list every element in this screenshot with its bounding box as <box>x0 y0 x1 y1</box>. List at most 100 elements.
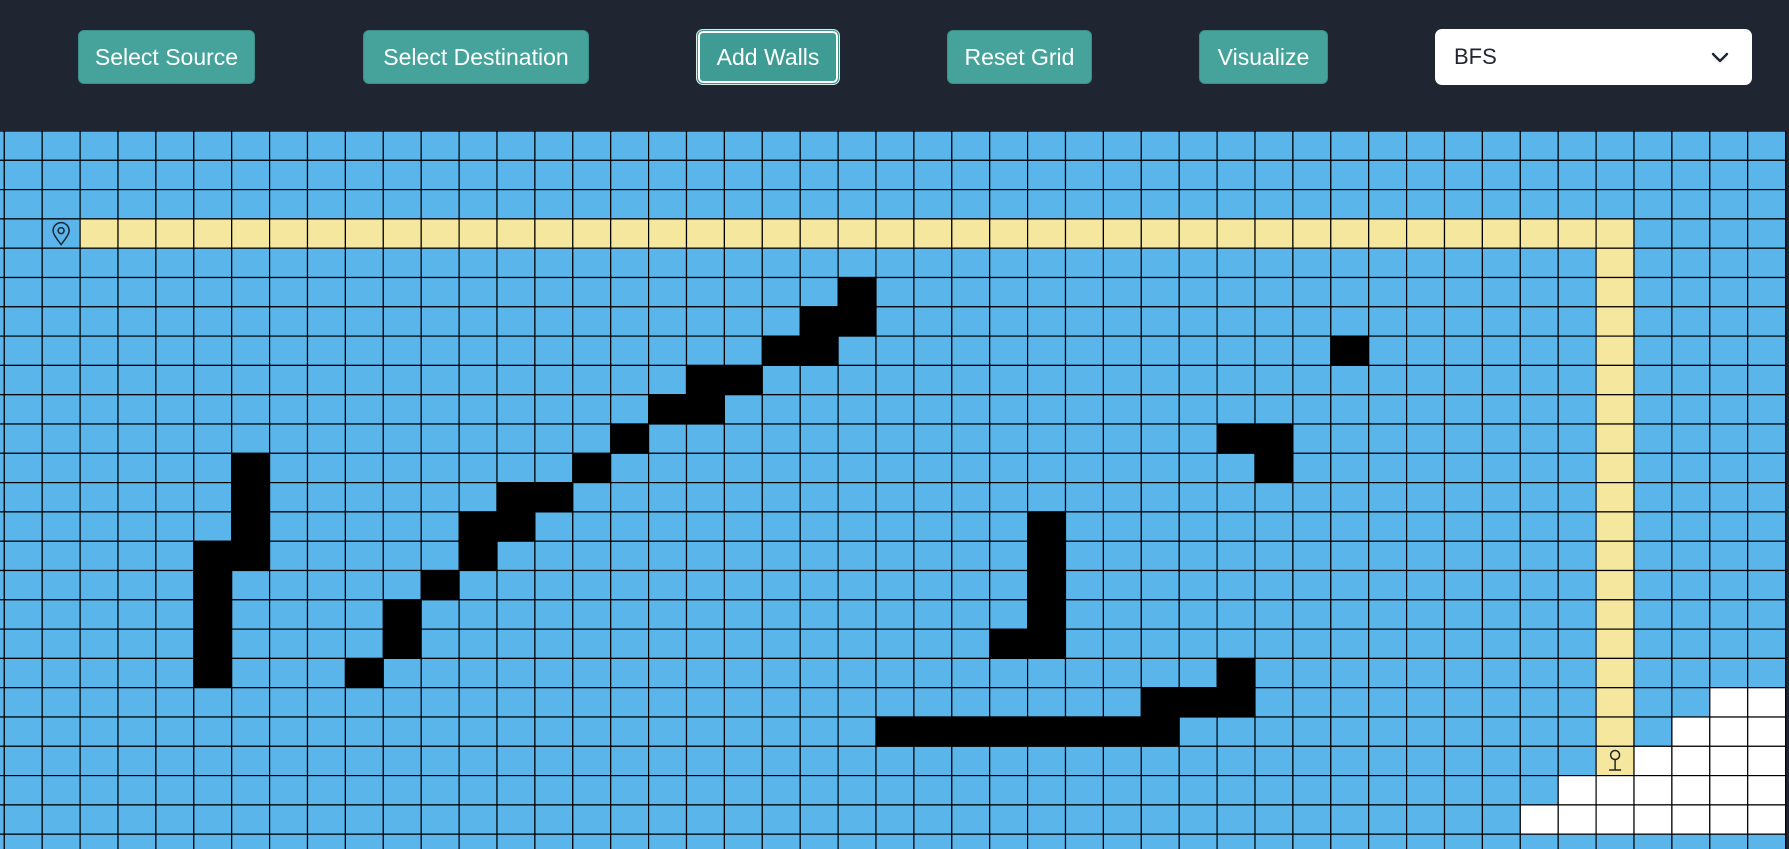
grid-cell[interactable] <box>1178 628 1218 660</box>
grid-cell[interactable] <box>193 511 233 542</box>
grid-cell[interactable] <box>1747 482 1787 513</box>
grid-cell[interactable] <box>647 511 688 542</box>
grid-cell[interactable] <box>1026 804 1067 835</box>
grid-cell[interactable] <box>420 452 460 484</box>
grid-cell[interactable] <box>79 306 119 337</box>
grid-cell[interactable] <box>1330 628 1370 660</box>
grid-cell[interactable] <box>1368 657 1408 689</box>
grid-cell[interactable] <box>269 833 309 849</box>
grid-cell[interactable] <box>1216 394 1256 425</box>
grid-cell[interactable] <box>799 423 839 454</box>
path-cell[interactable] <box>685 218 726 249</box>
grid-cell[interactable] <box>155 394 195 425</box>
grid-cell[interactable] <box>1140 159 1180 191</box>
grid-cell[interactable] <box>3 774 43 806</box>
grid-cell[interactable] <box>306 569 347 601</box>
grid-cell[interactable] <box>1633 716 1673 747</box>
grid-cell[interactable] <box>1292 159 1332 191</box>
path-cell[interactable] <box>79 218 119 249</box>
grid-cell[interactable] <box>1405 628 1446 660</box>
grid-cell[interactable] <box>269 569 309 601</box>
grid-cell[interactable] <box>837 452 877 484</box>
grid-cell[interactable] <box>799 482 839 513</box>
grid-cell[interactable] <box>420 247 460 279</box>
wall-cell[interactable] <box>231 511 271 542</box>
grid-cell[interactable] <box>306 276 347 308</box>
grid-cell[interactable] <box>231 364 271 396</box>
grid-cell[interactable] <box>1747 833 1787 849</box>
grid-cell[interactable] <box>1633 247 1673 279</box>
grid-cell[interactable] <box>117 131 157 161</box>
grid-cell[interactable] <box>1102 833 1142 849</box>
grid-cell[interactable] <box>458 335 498 367</box>
grid-cell[interactable] <box>1443 276 1484 308</box>
grid-cell[interactable] <box>723 687 763 718</box>
grid-cell[interactable] <box>610 364 650 396</box>
grid-cell[interactable] <box>572 159 612 191</box>
grid-cell[interactable] <box>685 599 726 630</box>
grid-cell[interactable] <box>231 247 271 279</box>
grid-cell[interactable] <box>344 335 384 367</box>
grid-cell[interactable] <box>1178 569 1218 601</box>
grid-cell[interactable] <box>1443 247 1484 279</box>
grid-cell[interactable] <box>193 188 233 220</box>
unvisited-cell[interactable] <box>1595 804 1635 835</box>
grid-cell[interactable] <box>1671 306 1711 337</box>
grid-cell[interactable] <box>1178 159 1218 191</box>
grid-cell[interactable] <box>344 131 384 161</box>
grid-cell[interactable] <box>723 306 763 337</box>
grid-cell[interactable] <box>41 745 81 777</box>
unvisited-cell[interactable] <box>1709 687 1749 718</box>
grid-cell[interactable] <box>875 511 915 542</box>
grid-cell[interactable] <box>1102 131 1142 161</box>
grid-cell[interactable] <box>1405 452 1446 484</box>
grid-cell[interactable] <box>989 569 1029 601</box>
grid-cell[interactable] <box>382 306 422 337</box>
grid-cell[interactable] <box>534 833 574 849</box>
grid-cell[interactable] <box>344 188 384 220</box>
grid-cell[interactable] <box>572 247 612 279</box>
wall-cell[interactable] <box>193 657 233 689</box>
grid-cell[interactable] <box>1519 657 1559 689</box>
grid-cell[interactable] <box>496 687 536 718</box>
grid-cell[interactable] <box>1216 599 1256 630</box>
grid-cell[interactable] <box>0 511 5 542</box>
grid-cell[interactable] <box>1633 159 1673 191</box>
grid-cell[interactable] <box>155 188 195 220</box>
grid-cell[interactable] <box>647 833 688 849</box>
grid-cell[interactable] <box>875 657 915 689</box>
grid-cell[interactable] <box>610 188 650 220</box>
grid-cell[interactable] <box>3 159 43 191</box>
grid-cell[interactable] <box>3 716 43 747</box>
grid-cell[interactable] <box>269 774 309 806</box>
grid-cell[interactable] <box>420 335 460 367</box>
grid-cell[interactable] <box>1747 247 1787 279</box>
grid-cell[interactable] <box>1368 482 1408 513</box>
grid-cell[interactable] <box>685 276 726 308</box>
grid-cell[interactable] <box>458 716 498 747</box>
grid-cell[interactable] <box>610 716 650 747</box>
grid-cell[interactable] <box>41 247 81 279</box>
grid-cell[interactable] <box>382 423 422 454</box>
path-cell[interactable] <box>1102 218 1142 249</box>
grid-cell[interactable] <box>1064 188 1105 220</box>
grid-cell[interactable] <box>231 423 271 454</box>
grid-cell[interactable] <box>1216 716 1256 747</box>
grid-cell[interactable] <box>306 131 347 161</box>
grid-cell[interactable] <box>875 306 915 337</box>
grid-cell[interactable] <box>1368 745 1408 777</box>
grid-cell[interactable] <box>79 569 119 601</box>
grid-cell[interactable] <box>837 335 877 367</box>
unvisited-cell[interactable] <box>1709 804 1749 835</box>
path-cell[interactable] <box>1443 218 1484 249</box>
grid-cell[interactable] <box>79 423 119 454</box>
grid-cell[interactable] <box>1368 716 1408 747</box>
grid-cell[interactable] <box>155 247 195 279</box>
grid-cell[interactable] <box>1519 364 1559 396</box>
grid-cell[interactable] <box>1368 335 1408 367</box>
path-cell[interactable] <box>1405 218 1446 249</box>
grid-cell[interactable] <box>685 833 726 849</box>
grid-cell[interactable] <box>1633 657 1673 689</box>
grid-cell[interactable] <box>837 188 877 220</box>
grid-cell[interactable] <box>913 247 953 279</box>
